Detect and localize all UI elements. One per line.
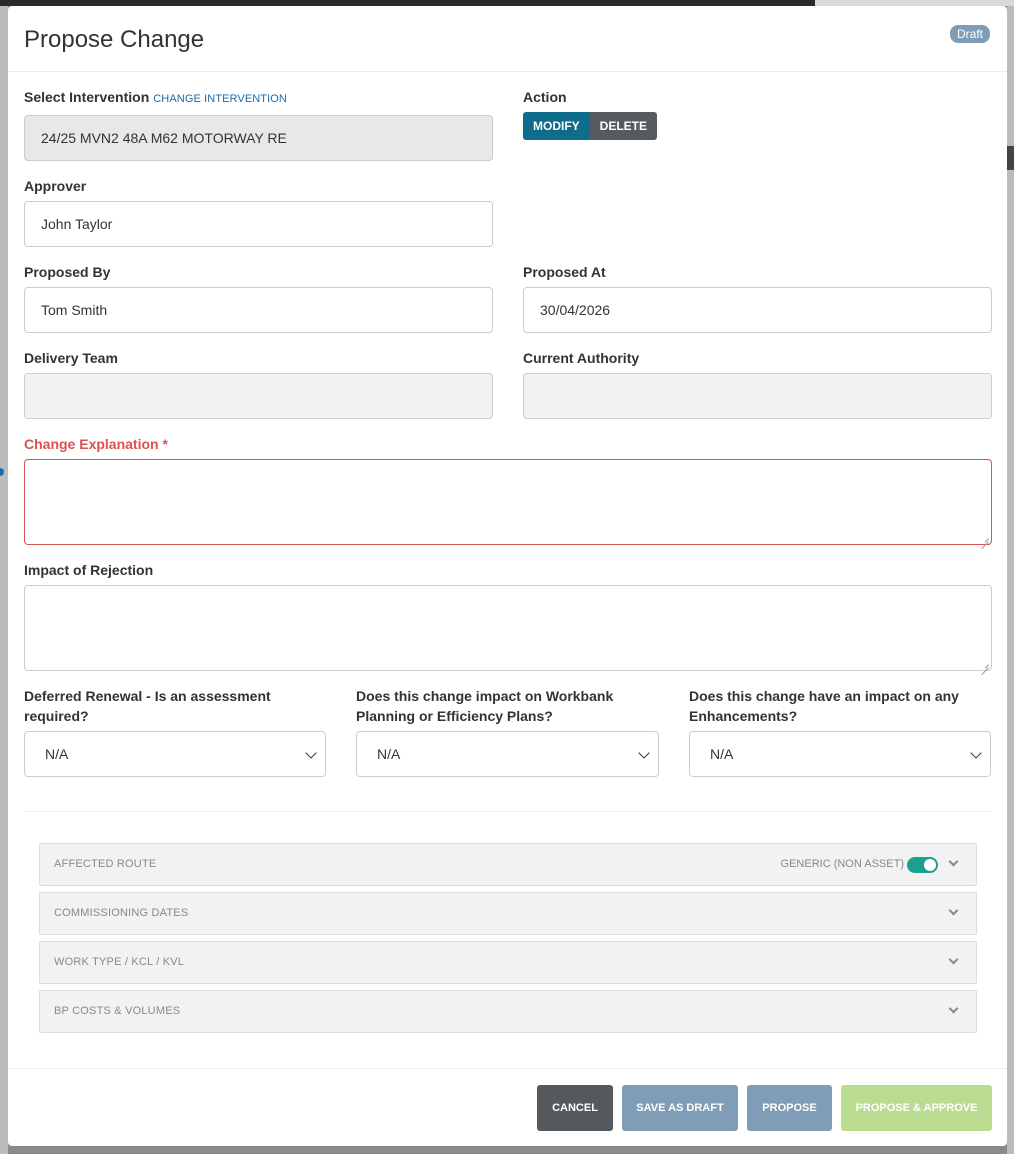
accordion-title: WORK TYPE / KCL / KVL [54, 956, 185, 968]
toggle-knob [924, 859, 936, 871]
status-badge: Draft [949, 25, 990, 43]
workbank-impact-select[interactable]: N/A [356, 731, 659, 777]
background-overlay-right [1007, 6, 1014, 1154]
impact-of-rejection-textarea[interactable] [24, 585, 992, 671]
accordion-title: BP COSTS & VOLUMES [54, 1005, 181, 1017]
resize-grip-icon[interactable] [981, 534, 989, 542]
current-authority-field [523, 373, 992, 419]
change-explanation-label: Change Explanation * [24, 436, 168, 452]
modal-title: Propose Change [24, 26, 205, 53]
proposed-at-label: Proposed At [523, 264, 606, 280]
change-intervention-link[interactable]: CHANGE INTERVENTION [153, 93, 287, 105]
accordion-affected-route[interactable]: AFFECTED ROUTE GENERIC (NON ASSET) [39, 843, 977, 886]
generic-non-asset-label: GENERIC (NON ASSET) [780, 858, 904, 870]
action-label: Action [523, 89, 567, 105]
select-intervention-label: Select Intervention CHANGE INTERVENTION [24, 89, 287, 105]
chevron-down-icon [305, 747, 317, 759]
chevron-down-icon [970, 747, 982, 759]
current-authority-label: Current Authority [523, 350, 640, 366]
delivery-team-field [24, 373, 493, 419]
action-modify-button[interactable]: MODIFY [523, 112, 590, 140]
generic-non-asset-toggle[interactable] [907, 857, 938, 873]
approver-input[interactable]: John Taylor [24, 201, 493, 247]
approver-label: Approver [24, 178, 87, 194]
propose-change-modal: Propose Change Draft Select Intervention… [8, 6, 1007, 1146]
chevron-down-icon [948, 954, 959, 965]
resize-grip-icon[interactable] [981, 660, 989, 668]
enhancements-impact-select[interactable]: N/A [689, 731, 991, 777]
intervention-field: 24/25 MVN2 48A M62 MOTORWAY RE [24, 115, 493, 161]
proposed-by-label: Proposed By [24, 264, 111, 280]
cancel-button[interactable]: CANCEL [537, 1085, 613, 1131]
chevron-down-icon [948, 856, 959, 867]
proposed-at-input[interactable]: 30/04/2026 [523, 287, 992, 333]
impact-of-rejection-label: Impact of Rejection [24, 562, 154, 578]
accordion-bp-costs[interactable]: BP COSTS & VOLUMES [39, 990, 977, 1033]
deferred-renewal-label: Deferred Renewal - Is an assessment requ… [24, 688, 271, 724]
chevron-down-icon [948, 1003, 959, 1014]
proposed-by-input[interactable]: Tom Smith [24, 287, 493, 333]
chevron-down-icon [948, 905, 959, 916]
change-explanation-textarea[interactable] [24, 459, 992, 545]
accordion-title: AFFECTED ROUTE [54, 858, 157, 870]
action-delete-button[interactable]: DELETE [589, 112, 658, 140]
background-overlay-left [0, 6, 8, 1154]
enhancements-impact-label: Does this change have an impact on any E… [689, 688, 959, 724]
chevron-down-icon [638, 747, 650, 759]
footer-divider [8, 1068, 1007, 1069]
deferred-renewal-select[interactable]: N/A [24, 731, 326, 777]
accordion-commissioning-dates[interactable]: COMMISSIONING DATES [39, 892, 977, 935]
delivery-team-label: Delivery Team [24, 350, 118, 366]
propose-button[interactable]: PROPOSE [747, 1085, 832, 1131]
action-toggle-group: MODIFY DELETE [523, 112, 658, 140]
accordion-title: COMMISSIONING DATES [54, 907, 189, 919]
modal-header: Propose Change Draft [8, 6, 1007, 72]
accordion-work-type[interactable]: WORK TYPE / KCL / KVL [39, 941, 977, 984]
background-dark-tab [1007, 146, 1014, 170]
section-divider [24, 811, 991, 812]
workbank-impact-label: Does this change impact on Workbank Plan… [356, 688, 614, 724]
save-as-draft-button[interactable]: SAVE AS DRAFT [622, 1085, 738, 1131]
propose-and-approve-button[interactable]: PROPOSE & APPROVE [841, 1085, 992, 1131]
